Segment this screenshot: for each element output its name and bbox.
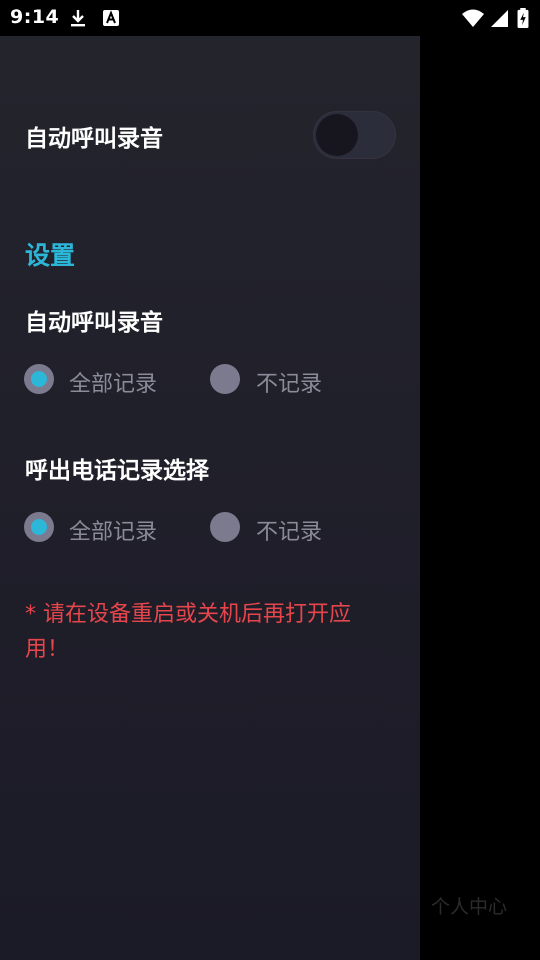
cellular-signal-icon [491,10,508,27]
auto-record-toggle-label: 自动呼叫录音 [25,126,163,152]
settings-drawer [0,36,420,960]
auto-record-none-radio[interactable] [210,364,240,394]
auto-record-all-radio[interactable] [24,364,54,394]
outgoing-record-all-label[interactable]: 全部记录 [69,514,157,546]
auto-record-none-label[interactable]: 不记录 [256,366,322,398]
background-scrim[interactable] [420,36,540,960]
auto-record-title: 自动呼叫录音 [25,310,163,336]
outgoing-record-none-label[interactable]: 不记录 [256,514,322,546]
outgoing-record-title: 呼出电话记录选择 [25,458,209,484]
download-icon [71,10,85,27]
outgoing-record-none-radio[interactable] [210,512,240,542]
restart-warning-text: * 请在设备重启或关机后再打开应用！ [25,602,351,662]
auto-record-toggle[interactable] [313,111,396,159]
status-time: 9:14 [10,6,60,28]
battery-charging-icon [517,8,529,28]
auto-record-all-label[interactable]: 全部记录 [69,366,157,398]
personal-center-label: 个人中心 [431,896,508,918]
wifi-icon [462,9,484,27]
outgoing-record-all-radio[interactable] [24,512,54,542]
status-bar: 9:14 [0,0,540,36]
a-notification-icon [103,10,119,26]
toggle-knob [316,114,358,156]
settings-section-header: 设置 [25,241,76,270]
